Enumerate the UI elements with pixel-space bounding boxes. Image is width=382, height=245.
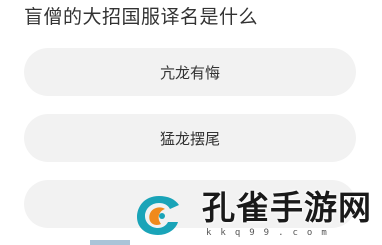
answer-option-label: 猛龙摆尾 bbox=[159, 129, 220, 148]
partial-element-strip bbox=[90, 240, 130, 245]
answer-option-1[interactable]: 亢龙有悔 bbox=[24, 48, 356, 96]
watermark-title: 孔雀手游网 bbox=[202, 188, 372, 227]
watermark-subtitle: kkq99.com bbox=[206, 228, 336, 238]
site-watermark: 孔雀手游网 kkq99.com bbox=[132, 188, 382, 245]
question-title: 盲僧的大招国服译名是什么 bbox=[24, 6, 259, 28]
peacock-logo-icon bbox=[137, 196, 179, 235]
answer-option-2[interactable]: 猛龙摆尾 bbox=[24, 114, 356, 162]
answer-option-label: 亢龙有悔 bbox=[159, 63, 220, 82]
